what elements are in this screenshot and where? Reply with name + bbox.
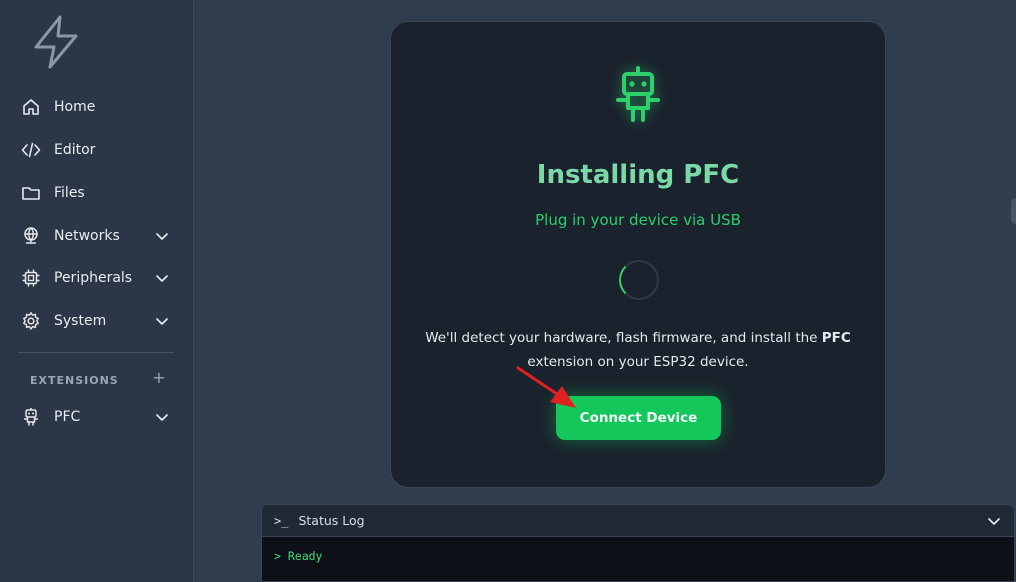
chevron-down-icon[interactable] — [986, 513, 1002, 529]
loading-spinner — [619, 260, 659, 300]
edge-handle[interactable] — [1011, 198, 1016, 224]
home-icon — [20, 96, 42, 118]
sidebar-item-pfc[interactable]: PFC — [20, 402, 176, 432]
sidebar-item-peripherals[interactable]: Peripherals — [20, 263, 176, 293]
log-line: > Ready — [274, 549, 323, 563]
chevron-down-icon[interactable] — [154, 313, 170, 329]
install-card: Installing PFC Plug in your device via U… — [390, 21, 886, 488]
sidebar-item-label: System — [54, 313, 107, 329]
sidebar-item-label: Networks — [54, 228, 120, 244]
add-extension-button[interactable]: + — [151, 370, 167, 386]
network-icon — [20, 225, 42, 247]
gear-icon — [20, 310, 42, 332]
status-log-header[interactable]: >_ Status Log — [262, 505, 1014, 537]
install-description: We'll detect your hardware, flash firmwa… — [421, 326, 855, 374]
red-arrow-annotation — [516, 366, 576, 408]
sidebar-item-label: PFC — [54, 409, 81, 425]
page-title: Installing PFC — [536, 160, 740, 190]
lightning-logo-icon[interactable] — [30, 14, 82, 70]
code-icon — [20, 139, 42, 161]
sidebar-item-files[interactable]: Files — [20, 178, 176, 208]
sidebar-item-label: Peripherals — [54, 270, 133, 286]
sidebar-item-label: Files — [54, 185, 85, 201]
sidebar-item-system[interactable]: System — [20, 306, 176, 336]
sidebar-item-networks[interactable]: Networks — [20, 221, 176, 251]
description-bold: PFC — [821, 330, 851, 346]
chip-icon — [20, 267, 42, 289]
status-log-content: > Ready — [262, 537, 1014, 575]
page-subtitle: Plug in your device via USB — [535, 211, 741, 229]
chevron-down-icon[interactable] — [154, 228, 170, 244]
extensions-label: EXTENSIONS — [30, 374, 119, 387]
robot-icon — [20, 406, 42, 428]
sidebar-item-label: Editor — [54, 142, 96, 158]
sidebar-item-home[interactable]: Home — [20, 92, 176, 122]
sidebar-item-editor[interactable]: Editor — [20, 135, 176, 165]
status-log-panel: >_ Status Log > Ready — [261, 504, 1015, 582]
sidebar-item-label: Home — [54, 99, 96, 115]
status-log-title: Status Log — [298, 513, 365, 528]
terminal-icon: >_ — [274, 513, 289, 528]
sidebar-divider — [18, 352, 174, 353]
chevron-down-icon[interactable] — [154, 270, 170, 286]
description-text: We'll detect your hardware, flash firmwa… — [425, 330, 822, 346]
folder-icon — [20, 182, 42, 204]
chevron-down-icon[interactable] — [154, 409, 170, 425]
robot-icon — [616, 66, 660, 122]
sidebar: Home Editor Files Networks Peripherals S… — [0, 0, 194, 582]
